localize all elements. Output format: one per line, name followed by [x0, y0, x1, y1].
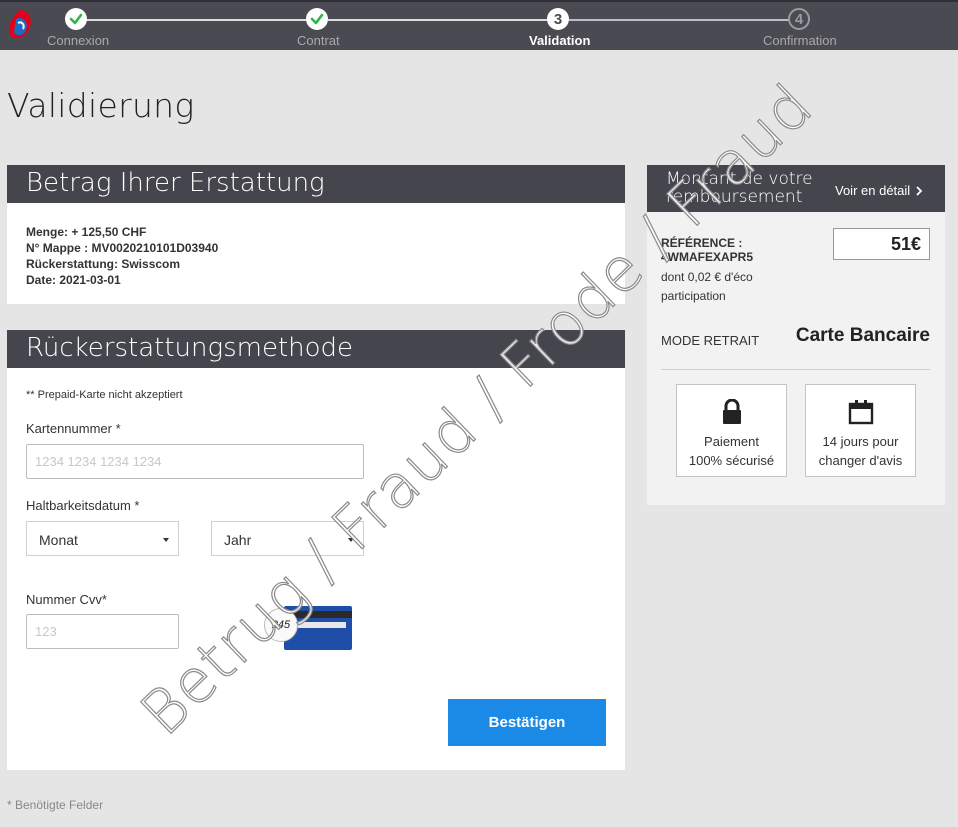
view-details-link[interactable]: Voir en détail	[835, 183, 923, 198]
eco-line-2: participation	[661, 289, 726, 303]
reference-block: RÉFÉRENCE : 4WMAFEXAPR5	[661, 236, 753, 264]
confirm-button[interactable]: Bestätigen	[448, 699, 606, 746]
cvv-magnifier-icon: 245	[264, 608, 298, 642]
summary-panel-title: Montant de votre remboursement	[666, 169, 813, 207]
step-contrat-label: Contrat	[297, 33, 340, 48]
view-details-label: Voir en détail	[835, 183, 911, 198]
step-validation-label: Validation	[529, 33, 591, 48]
card-number-label: Kartennummer *	[26, 421, 121, 436]
secure-payment-line-1: Paiement	[704, 434, 759, 449]
swisscom-logo	[9, 10, 31, 39]
step-confirmation-number: 4	[788, 8, 810, 30]
calendar-icon	[848, 400, 873, 425]
method-panel-title: Rückerstattungsmethode	[26, 333, 354, 363]
eco-line-1: dont 0,02 € d'éco	[661, 270, 753, 284]
expiry-label: Haltbarkeitsdatum *	[26, 498, 140, 513]
step-contrat-check-icon	[306, 8, 328, 30]
reference-label: RÉFÉRENCE :	[661, 236, 743, 250]
reference-value: 4WMAFEXAPR5	[661, 250, 754, 264]
return-policy-box: 14 jours pour changer d'avis	[805, 384, 916, 477]
return-policy-line-1: 14 jours pour	[822, 434, 899, 449]
cvv-label: Nummer Cvv*	[26, 592, 107, 607]
eco-participation: dont 0,02 € d'éco participation	[661, 268, 753, 306]
refund-panel-title: Betrag Ihrer Erstattung	[26, 168, 325, 198]
summary-divider	[661, 369, 930, 370]
expiry-year-select[interactable]: Jahr	[211, 521, 364, 556]
cvv-card-illustration: 245	[264, 606, 352, 650]
cvv-input[interactable]	[26, 614, 179, 649]
withdrawal-mode-value: Carte Bancaire	[795, 325, 930, 346]
refund-panel-header: Betrag Ihrer Erstattung	[7, 165, 625, 203]
refund-folder-number: N° Mappe : MV0020210101D03940	[26, 241, 219, 255]
secure-payment-line-2: 100% sécurisé	[688, 453, 775, 468]
step-validation-number: 3	[547, 8, 569, 30]
progress-stepper: Connexion Contrat 3 Validation 4 Confirm…	[0, 0, 958, 50]
required-fields-note: * Benötigte Felder	[7, 798, 104, 812]
card-number-input[interactable]	[26, 444, 364, 479]
return-policy-line-2: changer d'avis	[818, 453, 903, 468]
step-confirmation-label: Confirmation	[763, 33, 837, 48]
method-panel-header: Rückerstattungsmethode	[7, 330, 625, 368]
summary-panel-header: Montant de votre remboursement Voir en d…	[647, 165, 945, 212]
refund-source: Rückerstattung: Swisscom	[26, 257, 181, 271]
chevron-right-icon	[916, 185, 923, 196]
progress-track-2	[328, 19, 548, 21]
chevron-down-icon	[348, 538, 354, 542]
refund-date: Date: 2021-03-01	[26, 273, 121, 287]
progress-track-1	[86, 19, 307, 21]
step-connexion-check-icon	[65, 8, 87, 30]
expiry-month-value: Monat	[39, 532, 78, 548]
lock-icon	[722, 398, 741, 424]
page-title: Validierung	[7, 86, 195, 125]
chevron-down-icon	[163, 538, 169, 542]
cvv-sample-digits: 245	[271, 619, 291, 631]
refund-amount-display: 51€	[833, 228, 930, 260]
expiry-month-select[interactable]: Monat	[26, 521, 179, 556]
expiry-year-value: Jahr	[224, 532, 252, 548]
step-connexion-label: Connexion	[47, 33, 110, 48]
withdrawal-mode-label: MODE RETRAIT	[661, 333, 760, 348]
refund-panel-body: Menge: + 125,50 CHF N° Mappe : MV0020210…	[7, 203, 625, 304]
prepaid-note: ** Prepaid-Karte nicht akzeptiert	[26, 389, 183, 401]
refund-amount: Menge: + 125,50 CHF	[26, 225, 147, 239]
secure-payment-box: Paiement 100% sécurisé	[676, 384, 787, 477]
progress-track-3	[569, 19, 789, 21]
